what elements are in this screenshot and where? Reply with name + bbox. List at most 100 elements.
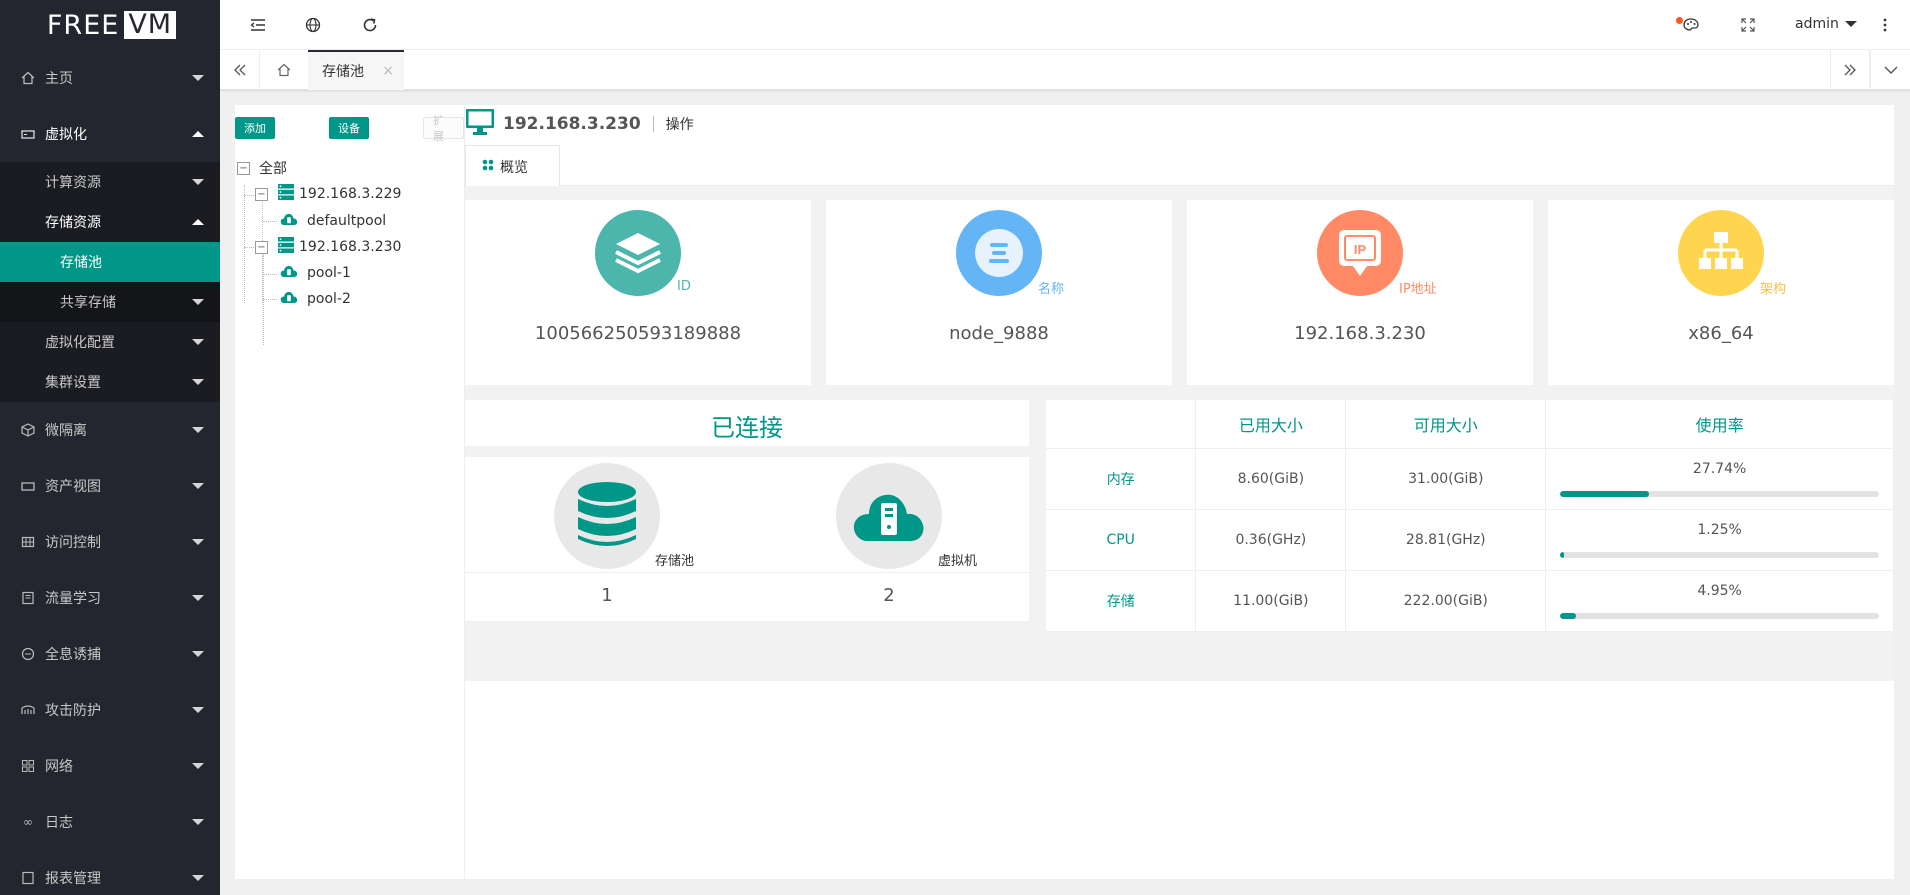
tab-bar: 存储池 × — [220, 50, 1910, 90]
tree-node-host[interactable]: − 192.168.3.230 — [255, 237, 401, 257]
home-icon — [20, 70, 36, 86]
column-header — [1046, 400, 1197, 449]
host-server-icon — [277, 236, 295, 258]
chevron-down-icon — [192, 707, 204, 713]
chevron-down-icon — [192, 75, 204, 81]
chevron-down-icon — [192, 763, 204, 769]
sidebar-item-assets[interactable]: 资产视图 — [0, 458, 220, 514]
top-bar: admin — [220, 0, 1910, 50]
chevron-down-icon — [192, 875, 204, 881]
monitor-icon — [465, 107, 495, 141]
sidebar-item-virt-config[interactable]: 虚拟化配置 — [0, 322, 220, 362]
tree-node-pool[interactable]: pool-1 — [280, 263, 351, 283]
sidebar-item-label: 计算资源 — [45, 175, 101, 191]
tree-node-host[interactable]: − 192.168.3.229 — [255, 184, 401, 204]
chevron-up-icon — [192, 219, 204, 225]
sidebar-item-storage[interactable]: 存储资源 — [0, 202, 220, 242]
scroll-left-icon[interactable] — [220, 50, 260, 90]
connection-status: 已连接 — [465, 400, 1029, 446]
divider — [465, 572, 1029, 573]
menu-fold-icon[interactable] — [248, 15, 268, 35]
free-size: 31.00(GiB) — [1345, 448, 1547, 510]
host-header: 192.168.3.230 操作 — [465, 109, 694, 139]
column-header: 使用率 — [1545, 400, 1894, 449]
chevron-down-icon — [192, 427, 204, 433]
sidebar-item-defense[interactable]: 攻击防护 — [0, 682, 220, 738]
usage-progress-fill — [1560, 612, 1576, 619]
collapse-icon[interactable]: − — [255, 240, 268, 254]
tree-node-pool[interactable]: pool-2 — [280, 289, 351, 309]
info-card-ip: IP IP地址 192.168.3.230 — [1187, 200, 1533, 385]
sidebar-item-flow[interactable]: 流量学习 — [0, 570, 220, 626]
storage-pool-icon — [280, 212, 298, 231]
theme-palette-icon[interactable] — [1681, 15, 1701, 35]
sidebar-item-label: 虚拟化配置 — [45, 335, 115, 351]
sidebar-item-home[interactable]: 主页 — [0, 50, 220, 106]
row-name: 存储 — [1046, 570, 1197, 632]
sidebar-item-microseg[interactable]: 微隔离 — [0, 402, 220, 458]
usage-cell: 27.74% — [1545, 448, 1894, 510]
sidebar-item-report[interactable]: 报表管理 — [0, 850, 220, 895]
chevron-down-icon — [192, 483, 204, 489]
usage-progress-bar — [1560, 612, 1879, 619]
chevron-down-icon — [192, 651, 204, 657]
tree-node-pool[interactable]: defaultpool — [280, 211, 386, 231]
expand-button[interactable]: 扩展 — [423, 114, 464, 143]
shield-icon — [20, 702, 36, 718]
card-label: 名称 — [1038, 282, 1065, 297]
sidebar-item-label: 网络 — [45, 759, 73, 775]
tree-node-label: 全部 — [259, 161, 287, 177]
user-menu[interactable]: admin — [1795, 16, 1857, 32]
row-name: CPU — [1046, 509, 1197, 571]
logo-text-vm: VM — [124, 11, 177, 39]
chevron-down-icon — [192, 595, 204, 601]
book-icon — [20, 590, 36, 606]
close-icon[interactable]: × — [382, 63, 394, 79]
vm-count-value: 2 — [883, 585, 895, 606]
sidebar-item-access[interactable]: 访问控制 — [0, 514, 220, 570]
sidebar-item-honeypot[interactable]: 全息诱捕 — [0, 626, 220, 682]
tab-menu-chevron-down-icon[interactable] — [1870, 50, 1910, 90]
sidebar-item-network[interactable]: 网络 — [0, 738, 220, 794]
sidebar-item-cluster[interactable]: 集群设置 — [0, 362, 220, 402]
tab-overview[interactable]: 概览 — [465, 145, 560, 187]
tree-node-root[interactable]: − 全部 — [237, 158, 287, 178]
refresh-icon[interactable] — [360, 15, 380, 35]
table-row: 内存 8.60(GiB) 31.00(GiB) 27.74% — [1046, 448, 1894, 510]
sidebar-item-shared-storage[interactable]: 共享存储 — [0, 282, 220, 322]
sidebar-item-compute[interactable]: 计算资源 — [0, 162, 220, 202]
fullscreen-icon[interactable] — [1738, 15, 1758, 35]
report-icon — [20, 870, 36, 886]
collapse-icon[interactable]: − — [255, 187, 268, 201]
globe-icon[interactable] — [303, 15, 323, 35]
scroll-right-icon[interactable] — [1830, 50, 1870, 90]
resource-usage-table: 已用大小 可用大小 使用率 内存 8.60(GiB) 31.00(GiB) 27… — [1046, 400, 1894, 632]
sidebar-item-label: 存储资源 — [45, 215, 101, 231]
content-panel: 添加 设备 扩展 − 全部 − 192.168.3.229 defaultpoo… — [235, 105, 1894, 879]
sidebar-item-label: 虚拟化 — [45, 127, 87, 143]
home-tab-icon[interactable] — [264, 50, 304, 90]
sidebar-item-virtualization[interactable]: 虚拟化 — [0, 106, 220, 162]
sidebar-item-label: 微隔离 — [45, 423, 87, 439]
usage-progress-fill — [1560, 551, 1565, 558]
add-button[interactable]: 添加 — [235, 117, 275, 139]
collapse-icon[interactable]: − — [237, 161, 250, 175]
sidebar-item-label: 资产视图 — [45, 479, 101, 495]
usage-percent: 27.74% — [1692, 460, 1747, 477]
table-row: CPU 0.36(GHz) 28.81(GHz) 1.25% — [1046, 509, 1894, 571]
column-header: 可用大小 — [1345, 400, 1547, 449]
detail-tabs: 概览 — [465, 145, 1894, 187]
sidebar-item-log[interactable]: ∞ 日志 — [0, 794, 220, 850]
sidebar-item-label: 攻击防护 — [45, 703, 101, 719]
chevron-down-icon — [192, 539, 204, 545]
used-size: 11.00(GiB) — [1195, 570, 1347, 632]
sidebar-item-storage-pool[interactable]: 存储池 — [0, 242, 220, 282]
settings-button[interactable]: 设备 — [329, 117, 369, 139]
operations-menu[interactable]: 操作 — [666, 114, 694, 134]
chevron-down-icon — [192, 299, 204, 305]
tab-storage-pool[interactable]: 存储池 × — [308, 50, 404, 90]
layers-icon — [595, 210, 681, 296]
vm-count-label: 虚拟机 — [938, 554, 978, 569]
sidebar-item-label: 存储池 — [60, 255, 102, 271]
more-vertical-icon[interactable] — [1875, 15, 1895, 35]
